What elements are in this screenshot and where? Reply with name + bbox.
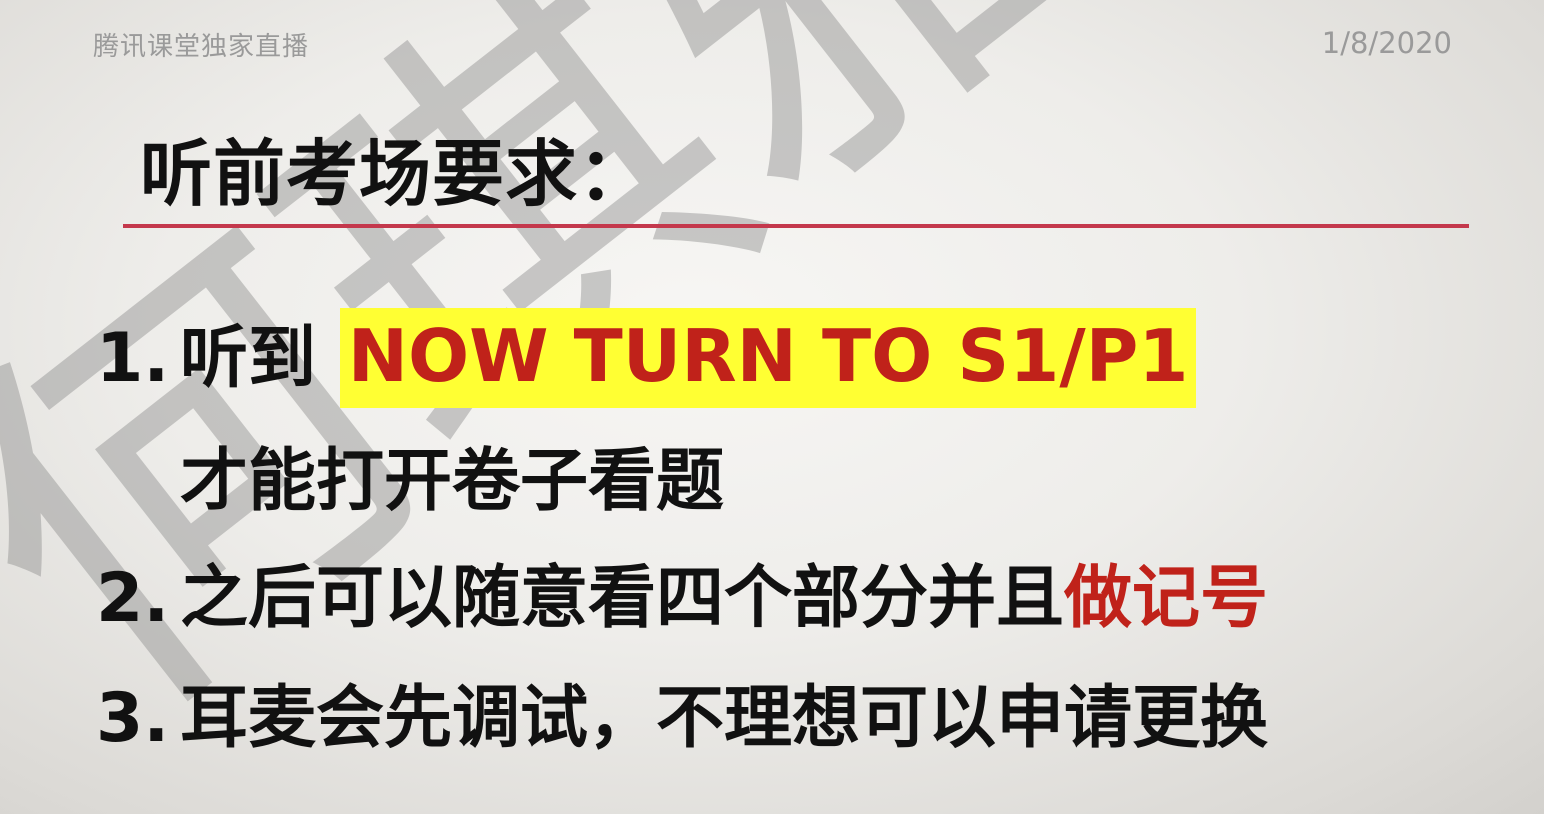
list-item-1-continuation: 才能打开卷子看题 <box>180 442 725 521</box>
header-date: 1/8/2020 <box>1321 26 1452 60</box>
title-divider <box>123 224 1469 228</box>
item-number: 2. <box>96 559 170 638</box>
list-item-3: 3. 耳麦会先调试，不理想可以申请更换 <box>96 685 1268 753</box>
item-prefix: 听到 <box>180 319 340 398</box>
list-item-1: 1. 听到 NOW TURN TO S1/P1 <box>96 308 1197 408</box>
slide-title: 听前考场要求： <box>140 132 652 216</box>
item-text: 之后可以随意看四个部分并且 <box>180 559 1065 638</box>
accent-text: 做记号 <box>1064 559 1269 638</box>
item-number: 3. <box>96 679 170 758</box>
header-source-text: 腾讯课堂独家直播 <box>93 32 310 62</box>
highlighted-instruction: NOW TURN TO S1/P1 <box>339 308 1197 408</box>
list-item-2: 2. 之后可以随意看四个部分并且做记号 <box>96 565 1268 633</box>
item-text: 耳麦会先调试，不理想可以申请更换 <box>180 679 1269 758</box>
item-number: 1. <box>96 319 170 398</box>
